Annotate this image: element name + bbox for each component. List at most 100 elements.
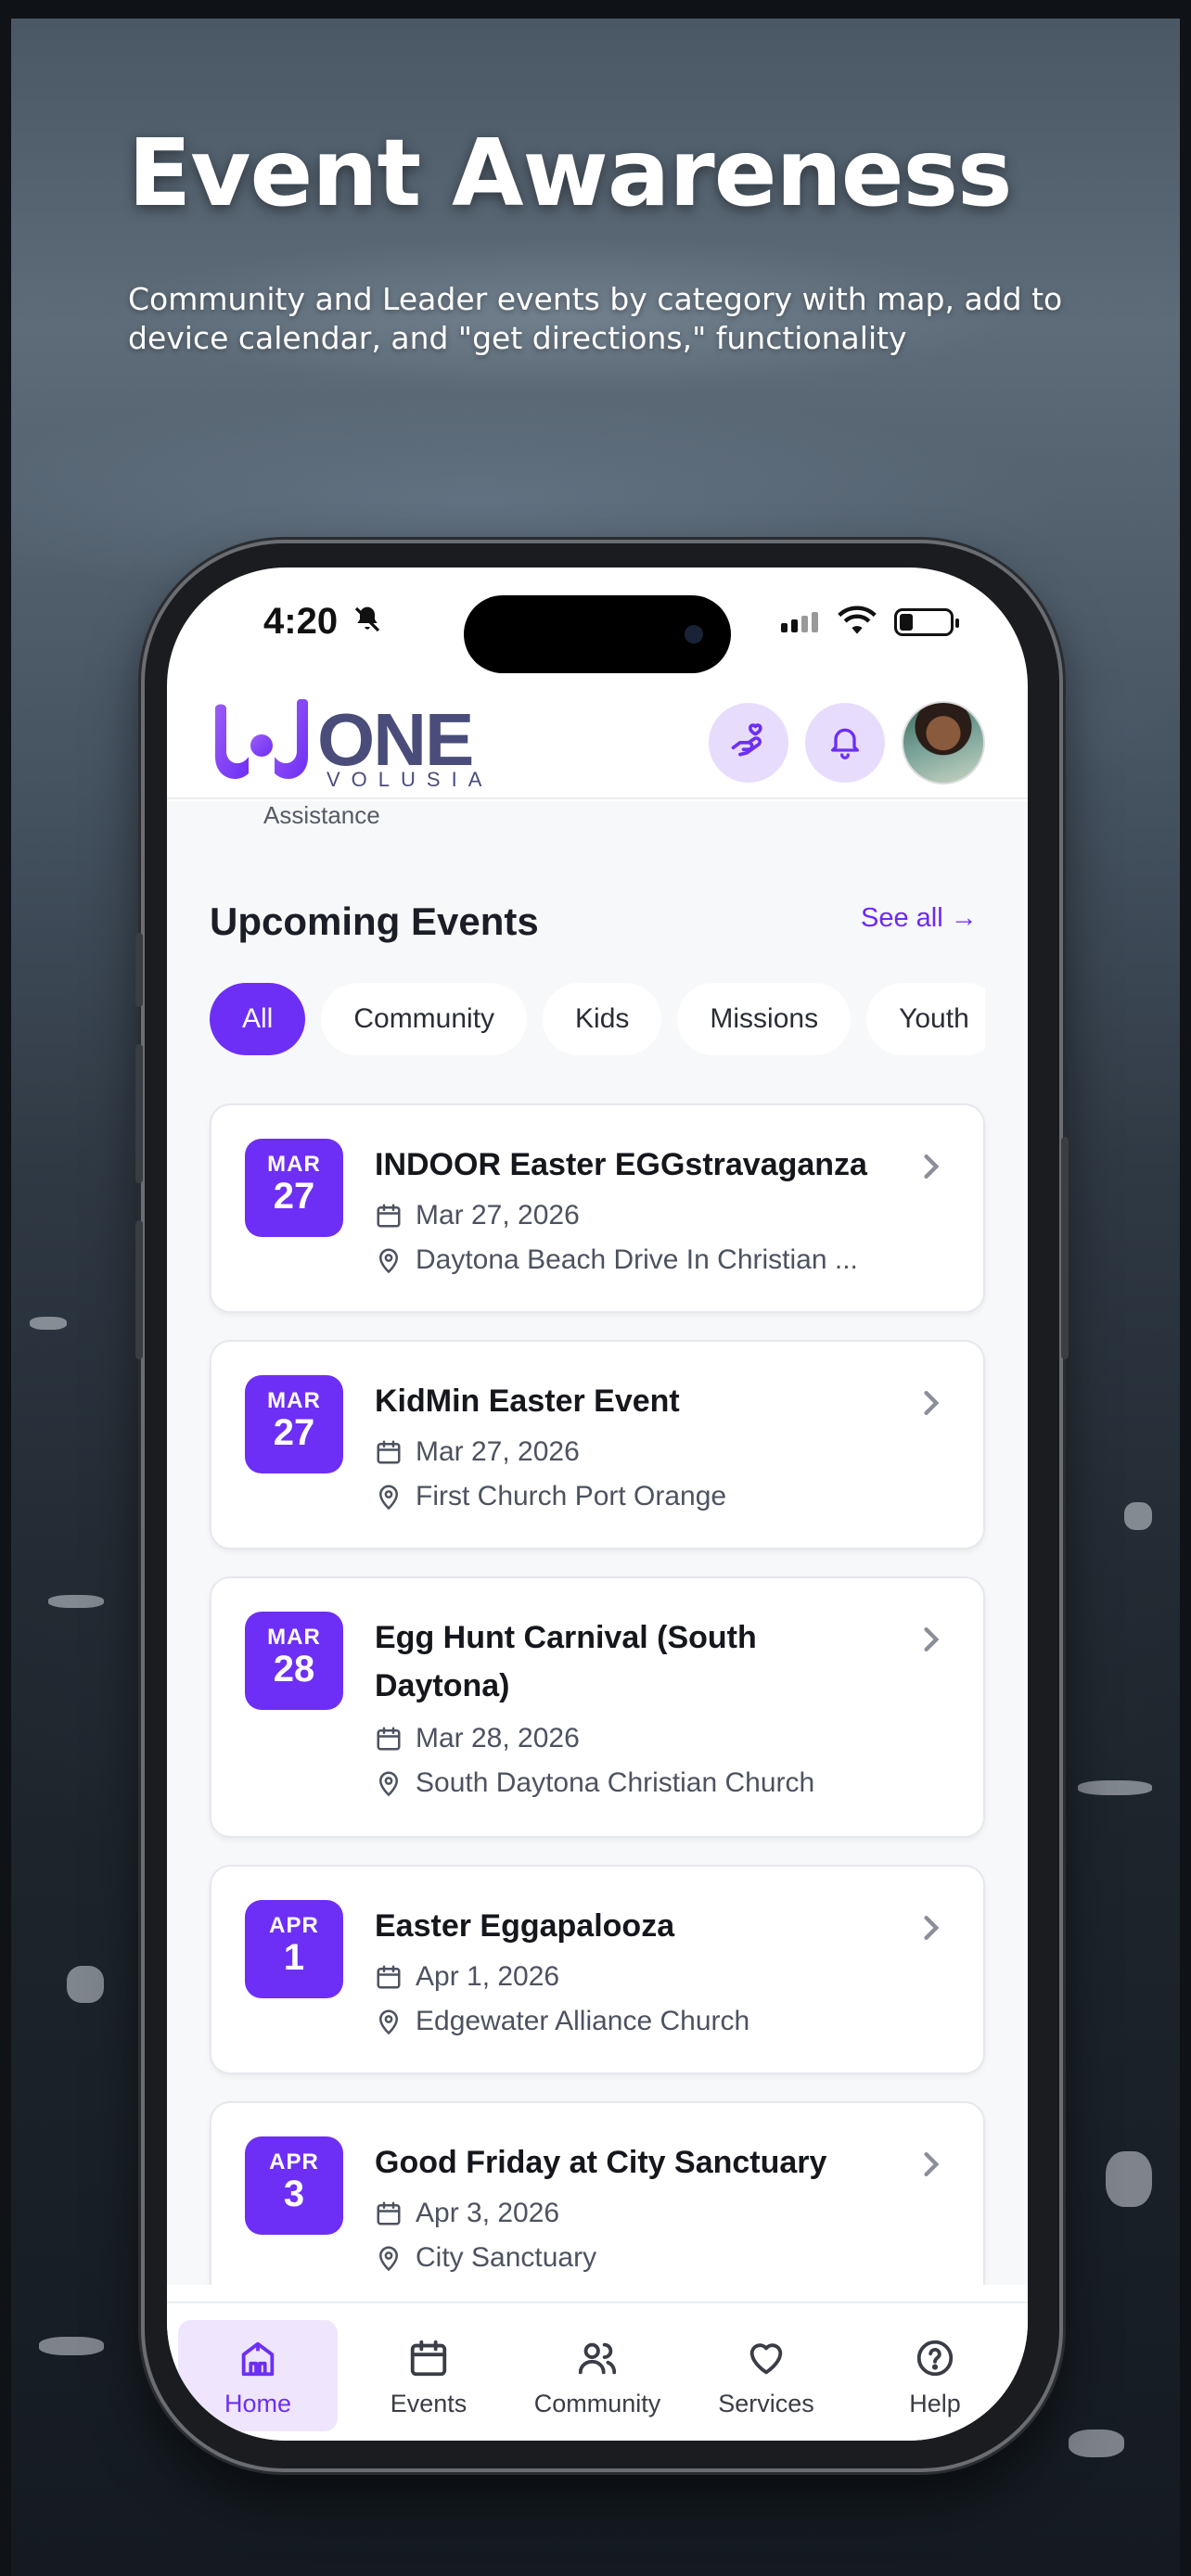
- chevron-right-icon: [920, 1386, 942, 1424]
- event-date-row: Mar 28, 2026: [375, 1723, 580, 1754]
- event-location: Daytona Beach Drive In Christian ...: [416, 1244, 858, 1275]
- event-title: INDOOR Easter EGGstravaganza: [375, 1147, 867, 1182]
- event-date-row: Apr 3, 2026: [375, 2198, 559, 2229]
- event-date: Mar 27, 2026: [416, 1200, 580, 1231]
- event-date-row: Mar 27, 2026: [375, 1436, 580, 1468]
- hand-heart-icon: [728, 721, 769, 766]
- date-month: MAR: [267, 1388, 321, 1413]
- battery-icon: [894, 608, 959, 636]
- chip-missions[interactable]: Missions: [677, 983, 852, 1055]
- event-title: Good Friday at City Sanctuary: [375, 2145, 827, 2180]
- event-date: Mar 28, 2026: [416, 1723, 580, 1753]
- event-location: City Sanctuary: [416, 2242, 597, 2273]
- help-circle-icon: [916, 2340, 954, 2377]
- hero-title: Event Awareness: [128, 119, 1013, 227]
- tab-home[interactable]: Home: [178, 2320, 338, 2431]
- cellular-signal-icon: [781, 612, 818, 632]
- chip-all[interactable]: All: [210, 983, 306, 1055]
- event-card[interactable]: APR 1 Easter Eggapalooza Apr 1, 2026 Edg…: [210, 1865, 985, 2074]
- calendar-icon: [410, 2340, 447, 2377]
- date-badge: MAR 27: [245, 1375, 343, 1473]
- see-all-link[interactable]: See all →: [861, 903, 978, 934]
- event-date-row: Apr 1, 2026: [375, 1961, 559, 1993]
- event-title: Easter Eggapalooza: [375, 1908, 675, 1944]
- tab-label: Events: [390, 2390, 467, 2417]
- notifications-button[interactable]: [805, 703, 885, 783]
- chip-community[interactable]: Community: [321, 983, 528, 1055]
- main-content: Assistance Upcoming Events See all → All…: [167, 801, 1028, 2285]
- partial-label-assistance: Assistance: [263, 801, 380, 829]
- event-card[interactable]: MAR 27 KidMin Easter Event Mar 27, 2026 …: [210, 1340, 985, 1549]
- chip-youth[interactable]: Youth: [866, 983, 985, 1055]
- app-header: ONE VOLUSIA: [167, 688, 1028, 799]
- hero-subtitle: Community and Leader events by category …: [128, 281, 1063, 356]
- event-date: Apr 1, 2026: [416, 1961, 560, 1992]
- date-month: MAR: [267, 1625, 321, 1650]
- map-pin-icon: [378, 2246, 399, 2272]
- event-location-row: First Church Port Orange: [375, 1481, 726, 1512]
- logo-subtext: VOLUSIA: [327, 768, 493, 791]
- event-location-row: Daytona Beach Drive In Christian ...: [375, 1244, 858, 1276]
- date-badge: MAR 28: [245, 1612, 343, 1710]
- event-date: Apr 3, 2026: [416, 2198, 560, 2228]
- heart-icon: [749, 2343, 783, 2375]
- date-badge: MAR 27: [245, 1139, 343, 1237]
- date-month: APR: [269, 1913, 319, 1938]
- avatar[interactable]: [902, 701, 985, 784]
- tab-services[interactable]: Services: [686, 2320, 846, 2431]
- calendar-icon: [377, 1204, 401, 1228]
- home-icon: [241, 2341, 275, 2377]
- date-day: 28: [273, 1649, 315, 1690]
- map-pin-icon: [378, 2009, 399, 2035]
- event-location-row: City Sanctuary: [375, 2242, 596, 2274]
- date-day: 27: [273, 1176, 315, 1217]
- chevron-right-icon: [920, 2148, 942, 2186]
- event-card[interactable]: MAR 28 Egg Hunt Carnival (South Daytona)…: [210, 1576, 985, 1838]
- map-pin-icon: [378, 1248, 399, 1274]
- bell-icon: [826, 722, 864, 764]
- tab-events[interactable]: Events: [349, 2320, 508, 2431]
- map-pin-icon: [378, 1771, 399, 1797]
- status-time: 4:20: [263, 601, 339, 642]
- app-screen: 4:20 ONE VOLUSIA Assistance Upcoming Eve…: [167, 567, 1028, 2441]
- tab-label: Home: [224, 2390, 292, 2417]
- event-title: Egg Hunt Carnival (South Daytona): [375, 1620, 757, 1703]
- date-month: MAR: [267, 1152, 321, 1177]
- event-card[interactable]: APR 3 Good Friday at City Sanctuary Apr …: [210, 2101, 985, 2285]
- event-card[interactable]: MAR 27 INDOOR Easter EGGstravaganza Mar …: [210, 1103, 985, 1313]
- dynamic-island: [464, 595, 731, 673]
- event-location-row: South Daytona Christian Church: [375, 1767, 814, 1799]
- calendar-icon: [377, 1440, 401, 1464]
- calendar-icon: [377, 1727, 401, 1751]
- chevron-right-icon: [920, 1623, 942, 1661]
- map-pin-icon: [378, 1485, 399, 1511]
- date-day: 1: [283, 1937, 305, 1978]
- chevron-right-icon: [920, 1150, 942, 1188]
- date-badge: APR 3: [245, 2136, 343, 2235]
- tab-label: Community: [533, 2390, 661, 2417]
- tab-community[interactable]: Community: [518, 2320, 677, 2431]
- event-date: Mar 27, 2026: [416, 1436, 580, 1467]
- chip-kids[interactable]: Kids: [543, 983, 662, 1055]
- calendar-icon: [377, 1965, 401, 1989]
- calendar-icon: [377, 2201, 401, 2225]
- tab-help[interactable]: Help: [855, 2320, 1015, 2431]
- tab-label: Services: [718, 2390, 814, 2417]
- wifi-icon: [837, 605, 877, 641]
- event-location-row: Edgewater Alliance Church: [375, 2006, 749, 2037]
- assistance-button[interactable]: [709, 703, 788, 783]
- chevron-right-icon: [920, 1911, 942, 1949]
- phone-frame: 4:20 ONE VOLUSIA Assistance Upcoming Eve…: [135, 543, 1069, 2468]
- bell-off-icon: [352, 605, 382, 642]
- users-icon: [578, 2342, 617, 2375]
- date-day: 27: [273, 1412, 315, 1453]
- tab-label: Help: [909, 2390, 961, 2417]
- date-badge: APR 1: [245, 1900, 343, 1998]
- event-title: KidMin Easter Event: [375, 1384, 680, 1419]
- bottom-tab-bar: Home Events Community Services Help: [167, 2302, 1028, 2441]
- one-volusia-logo[interactable]: [210, 698, 314, 793]
- event-list: MAR 27 INDOOR Easter EGGstravaganza Mar …: [210, 1103, 985, 2285]
- event-location: Edgewater Alliance Church: [416, 2006, 750, 2036]
- date-month: APR: [269, 2149, 319, 2174]
- date-day: 3: [283, 2174, 305, 2214]
